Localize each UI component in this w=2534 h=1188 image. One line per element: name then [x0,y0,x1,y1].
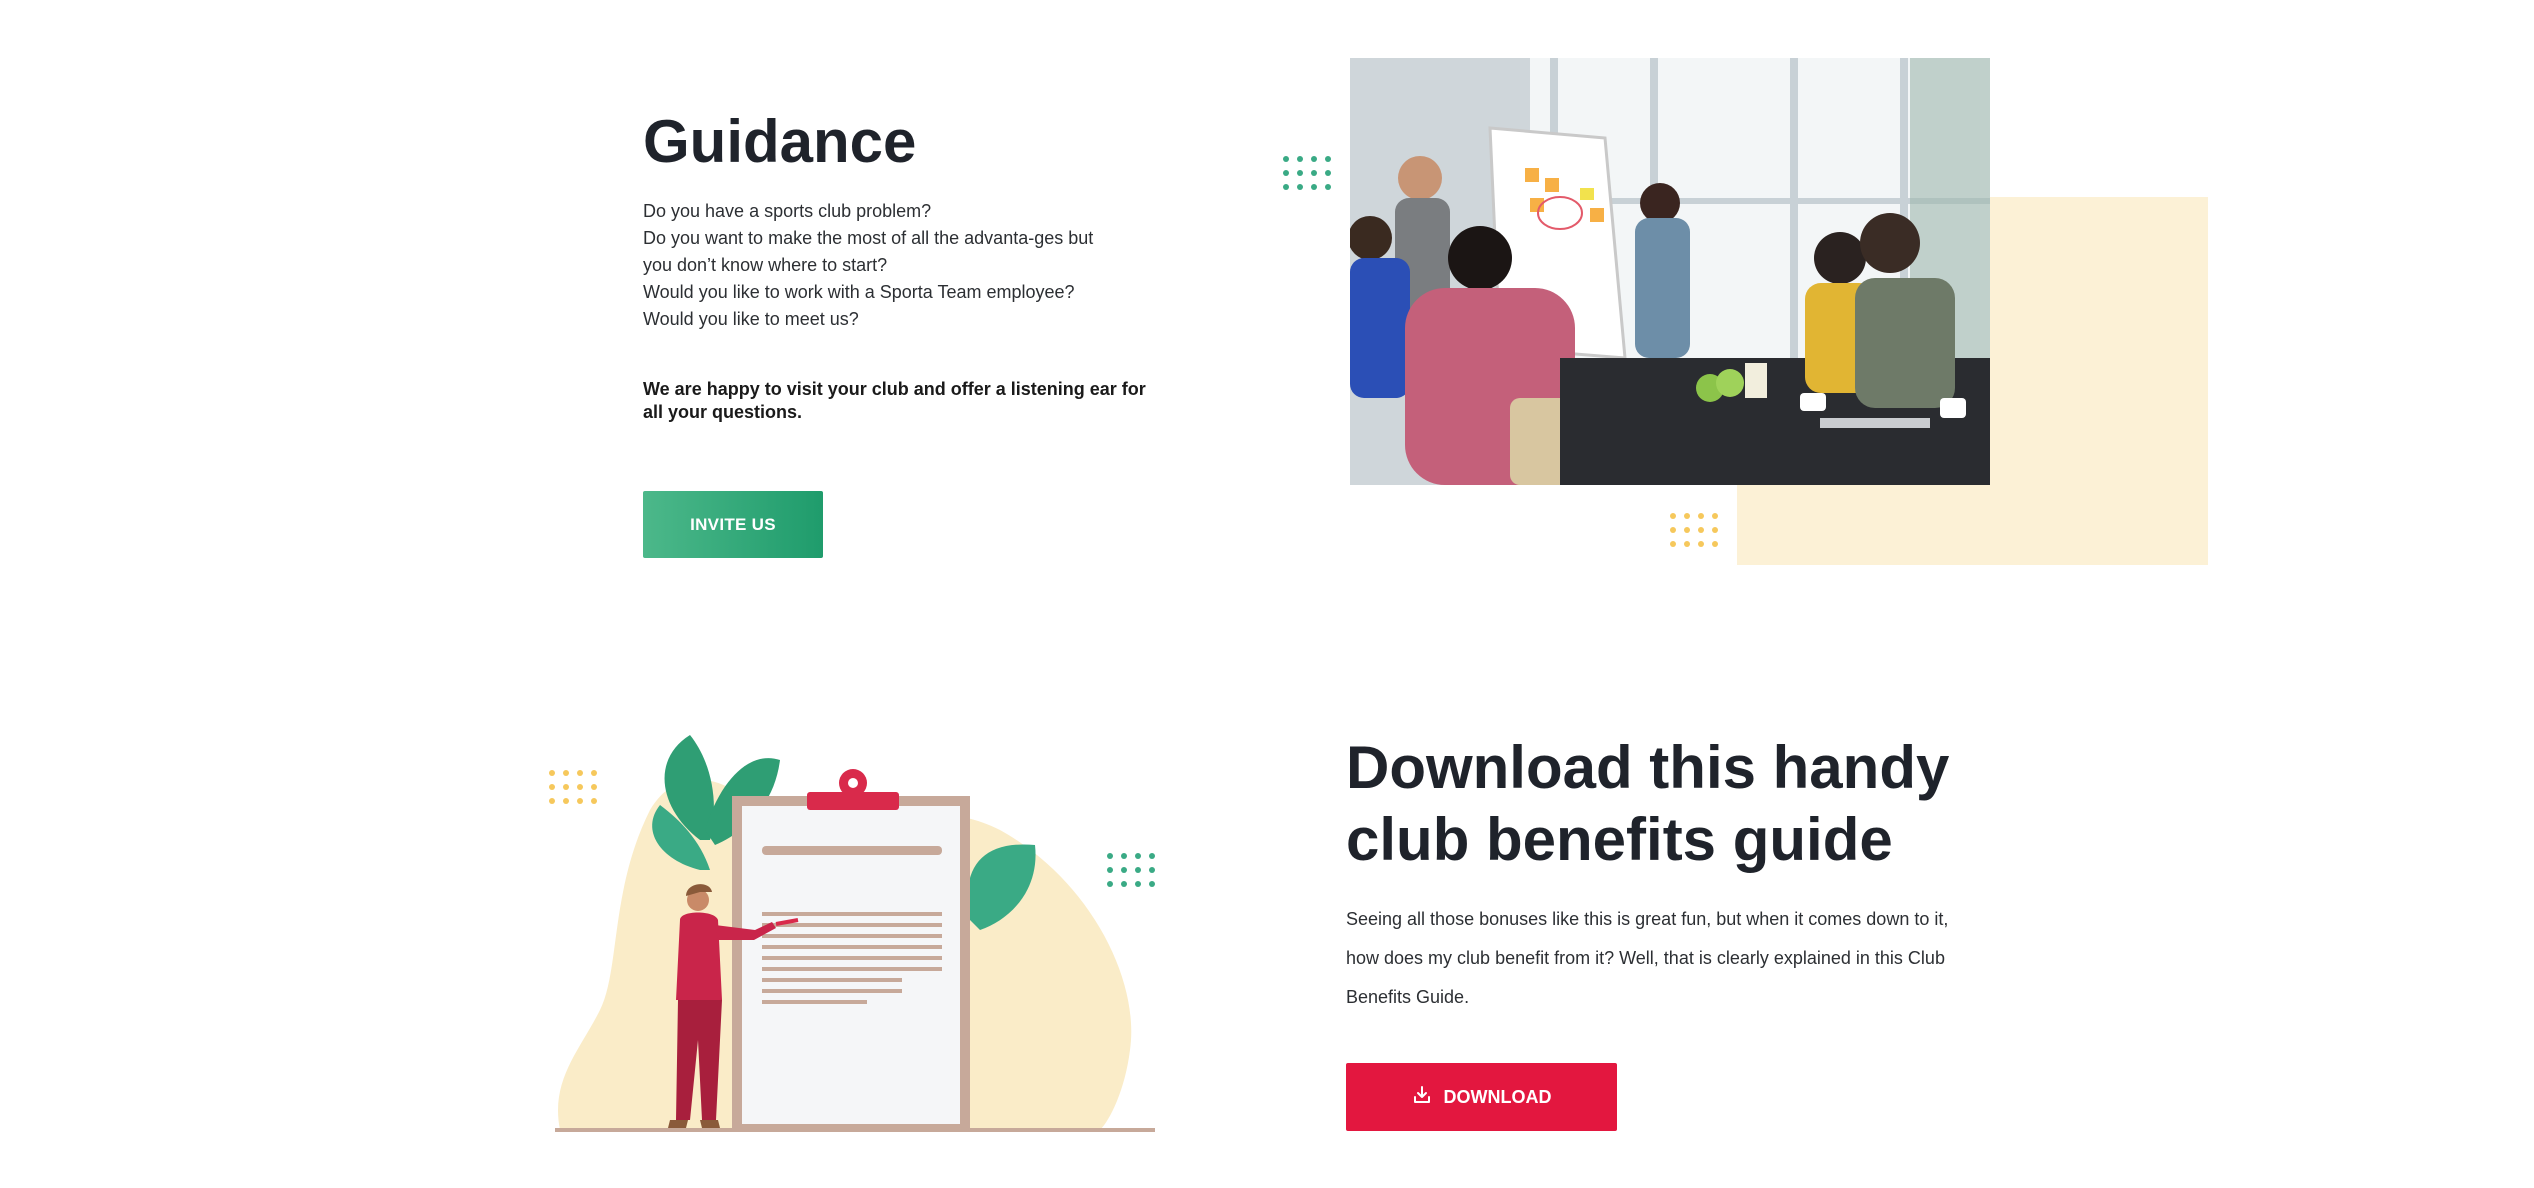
clipboard-illustration [540,720,1160,1140]
guidance-line: Do you have a sports club problem? [643,201,932,221]
guidance-line: Would you like to work with a Sporta Tea… [643,282,1075,302]
download-button[interactable]: DOWNLOAD [1346,1063,1617,1131]
download-title: Download this handy club benefits guide [1346,734,1950,873]
guidance-questions: Do you have a sports club problem? Do yo… [643,198,1163,333]
guidance-line: Do you want to make the most of all the … [643,228,1094,248]
invite-us-button[interactable]: INVITE US [643,491,823,558]
download-icon [1412,1085,1432,1110]
guidance-line: you don’t know where to start? [643,255,888,275]
dot-pattern [1670,513,1718,547]
guidance-highlight: We are happy to visit your club and offe… [643,379,1146,422]
meeting-photo [1350,58,1990,485]
guidance-title: Guidance [643,108,917,175]
download-button-label: DOWNLOAD [1443,1086,1552,1107]
dot-pattern [1283,156,1331,190]
download-description: Seeing all those bonuses like this is gr… [1346,909,1949,1007]
guidance-line: Would you like to meet us? [643,309,859,329]
